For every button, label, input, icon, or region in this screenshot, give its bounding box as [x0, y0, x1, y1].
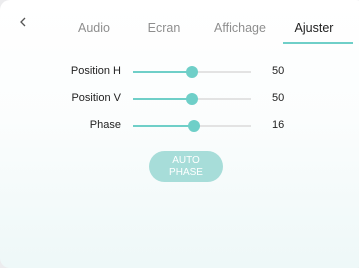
- slider-thumb[interactable]: [186, 66, 198, 78]
- slider-thumb[interactable]: [186, 93, 198, 105]
- active-tab-indicator: [283, 42, 353, 44]
- auto-phase-line1: AUTO: [172, 154, 200, 166]
- slider-thumb[interactable]: [188, 120, 201, 132]
- back-button[interactable]: [18, 14, 34, 34]
- phase-label: Phase: [89, 119, 121, 131]
- auto-phase-line2: PHASE: [169, 166, 203, 178]
- position-v-slider[interactable]: [133, 93, 251, 105]
- position-h-value: 50: [272, 65, 285, 77]
- settings-panel: Audio Ecran Affichage Ajuster Position H…: [0, 0, 359, 268]
- position-v-label: Position V: [71, 92, 121, 104]
- phase-slider[interactable]: [133, 120, 251, 132]
- tab-affichage[interactable]: Affichage: [206, 18, 274, 38]
- auto-phase-button[interactable]: AUTO PHASE: [149, 151, 223, 182]
- tab-ajuster[interactable]: Ajuster: [285, 18, 343, 38]
- slider-fill: [133, 125, 195, 127]
- tab-audio[interactable]: Audio: [68, 18, 120, 38]
- slider-fill: [133, 98, 192, 100]
- position-h-slider[interactable]: [133, 66, 251, 78]
- tab-ecran[interactable]: Ecran: [140, 18, 188, 38]
- position-v-value: 50: [272, 92, 285, 104]
- position-h-label: Position H: [70, 65, 121, 77]
- phase-value: 16: [272, 119, 285, 131]
- chevron-left-icon: [20, 17, 26, 27]
- slider-fill: [133, 71, 192, 73]
